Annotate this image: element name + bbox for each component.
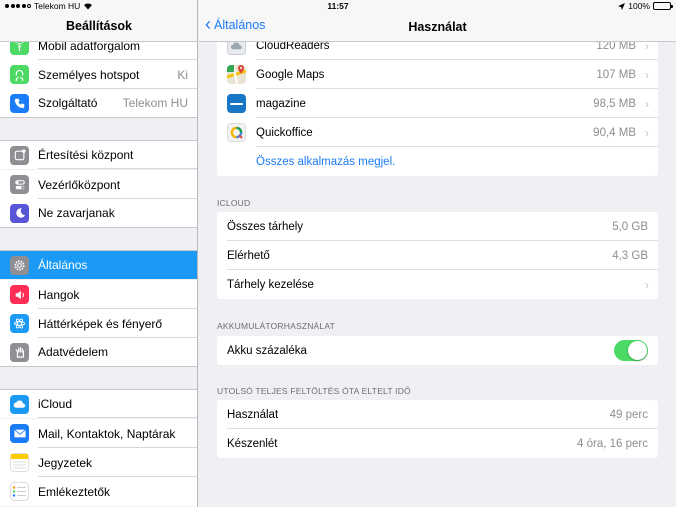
row-label: Akku százaléka [227, 344, 307, 357]
toggles-icon [10, 175, 29, 194]
sidebar-item-value: Telekom HU [122, 96, 188, 110]
sidebar-item-hotspot[interactable]: Személyes hotspot Ki [0, 60, 197, 89]
app-name: Quickoffice [256, 126, 313, 139]
battery-section-title: AKKUMULÁTORHASZNÁLAT [217, 321, 335, 331]
total-storage-row: Összes tárhely 5,0 GB [217, 212, 658, 241]
moon-icon [10, 203, 29, 223]
sidebar-item-general[interactable]: Általános [0, 250, 197, 279]
sidebar-item-label: Értesítési központ [38, 148, 134, 162]
battery-percent: 100% [628, 1, 650, 11]
gear-icon [10, 255, 29, 275]
sidebar-item-label: Szolgáltató [38, 96, 98, 110]
icloud-group: Összes tárhely 5,0 GB Elérhető 4,3 GB Tá… [217, 212, 658, 299]
sidebar-item-notes[interactable]: Jegyzetek [0, 448, 197, 477]
battery-group: Akku százaléka [217, 336, 658, 365]
speaker-icon [10, 285, 29, 304]
sidebar-item-label: Adatvédelem [38, 345, 109, 359]
chevron-right-icon: › [645, 125, 649, 140]
sidebar-item-label: Személyes hotspot [38, 67, 140, 82]
sidebar-item-label: Emlékeztetők [38, 484, 111, 499]
cloud-icon [10, 394, 29, 414]
sidebar-item-privacy[interactable]: Adatvédelem [0, 338, 197, 367]
app-name: magazine [256, 97, 306, 110]
available-storage-row: Elérhető 4,3 GB [217, 241, 658, 270]
app-storage-list: CloudReaders 120 MB › Google Maps 107 MB… [217, 31, 658, 176]
sidebar-item-value: Ki [177, 67, 188, 82]
sidebar-item-do-not-disturb[interactable]: Ne zavarjanak [0, 199, 197, 228]
google-maps-icon [227, 65, 246, 84]
app-name: Google Maps [256, 68, 325, 81]
show-all-apps-link[interactable]: Összes alkalmazás megjel. [256, 156, 395, 168]
row-label: Készenlét [227, 437, 278, 450]
sidebar-item-label: Jegyzetek [38, 455, 93, 470]
hand-icon [10, 342, 29, 362]
page-title: Használat [408, 20, 467, 34]
app-size: 107 MB [596, 68, 636, 81]
hotspot-icon [10, 65, 29, 84]
app-row-quickoffice[interactable]: Quickoffice 90,4 MB › [217, 118, 658, 147]
app-size: 98,5 MB [593, 97, 636, 110]
sidebar-item-icloud[interactable]: iCloud [0, 389, 197, 418]
sidebar-item-mail[interactable]: Mail, Kontaktok, Naptárak [0, 419, 197, 448]
phone-icon [10, 93, 29, 113]
chevron-right-icon: › [645, 277, 649, 292]
chevron-right-icon: › [645, 96, 649, 111]
mail-icon [10, 424, 29, 443]
app-row-google-maps[interactable]: Google Maps 107 MB › [217, 60, 658, 89]
sidebar-item-label: Hangok [38, 287, 80, 302]
sidebar: Beállítások Mobil adatforgalom Személyes… [0, 0, 198, 507]
sidebar-item-label: Vezérlőközpont [38, 177, 121, 192]
show-all-apps-row[interactable]: Összes alkalmazás megjel. [217, 147, 658, 176]
sidebar-item-carrier[interactable]: Szolgáltató Telekom HU [0, 89, 197, 118]
app-size: 90,4 MB [593, 126, 636, 139]
sidebar-item-reminders[interactable]: Emlékeztetők [0, 477, 197, 506]
notes-icon [10, 453, 29, 472]
notification-icon [10, 145, 29, 165]
detail-pane: ‹ Általános Használat CloudReaders 120 M… [199, 0, 676, 507]
row-value: 49 perc [609, 408, 648, 421]
status-bar: Telekom HU 11:57 100% [0, 0, 676, 13]
list-icon [10, 482, 29, 501]
clock: 11:57 [327, 1, 349, 11]
row-label: Összes tárhely [227, 220, 304, 233]
sidebar-item-label: Mail, Kontaktok, Naptárak [38, 426, 176, 441]
quickoffice-icon [227, 123, 246, 142]
row-label: Használat [227, 408, 279, 421]
battery-percentage-toggle[interactable] [614, 340, 648, 361]
icloud-section-title: ICLOUD [217, 198, 251, 208]
row-value: 5,0 GB [612, 220, 648, 233]
battery-icon [653, 2, 673, 10]
sidebar-item-label: Ne zavarjanak [38, 206, 115, 220]
battery-percentage-row: Akku százaléka [217, 336, 658, 365]
row-label: Elérhető [227, 249, 270, 262]
row-value: 4 óra, 16 perc [577, 437, 648, 450]
sidebar-item-label: Általános [38, 258, 88, 272]
app-row-magazine[interactable]: magazine 98,5 MB › [217, 89, 658, 118]
since-charge-group: Használat 49 perc Készenlét 4 óra, 16 pe… [217, 400, 658, 458]
standby-time-row: Készenlét 4 óra, 16 perc [217, 429, 658, 458]
sidebar-item-label: Háttérképek és fényerő [38, 316, 163, 331]
sidebar-item-notifications[interactable]: Értesítési központ [0, 140, 197, 169]
manage-storage-row[interactable]: Tárhely kezelése › [217, 270, 658, 299]
sidebar-item-wallpapers[interactable]: Háttérképek és fényerő [0, 309, 197, 338]
sidebar-item-label: iCloud [38, 397, 73, 411]
row-value: 4,3 GB [612, 249, 648, 262]
since-charge-section-title: UTOLSÓ TELJES FELTÖLTÉS ÓTA ELTELT IDŐ [217, 386, 411, 396]
sidebar-item-control-center[interactable]: Vezérlőközpont [0, 170, 197, 199]
usage-time-row: Használat 49 perc [217, 400, 658, 429]
magazine-icon [227, 94, 246, 113]
location-icon [618, 2, 626, 10]
row-label: Tárhely kezelése [227, 278, 314, 291]
sidebar-title: Beállítások [65, 19, 132, 33]
sidebar-item-sounds[interactable]: Hangok [0, 280, 197, 309]
flower-icon [10, 314, 29, 333]
chevron-right-icon: › [645, 67, 649, 82]
